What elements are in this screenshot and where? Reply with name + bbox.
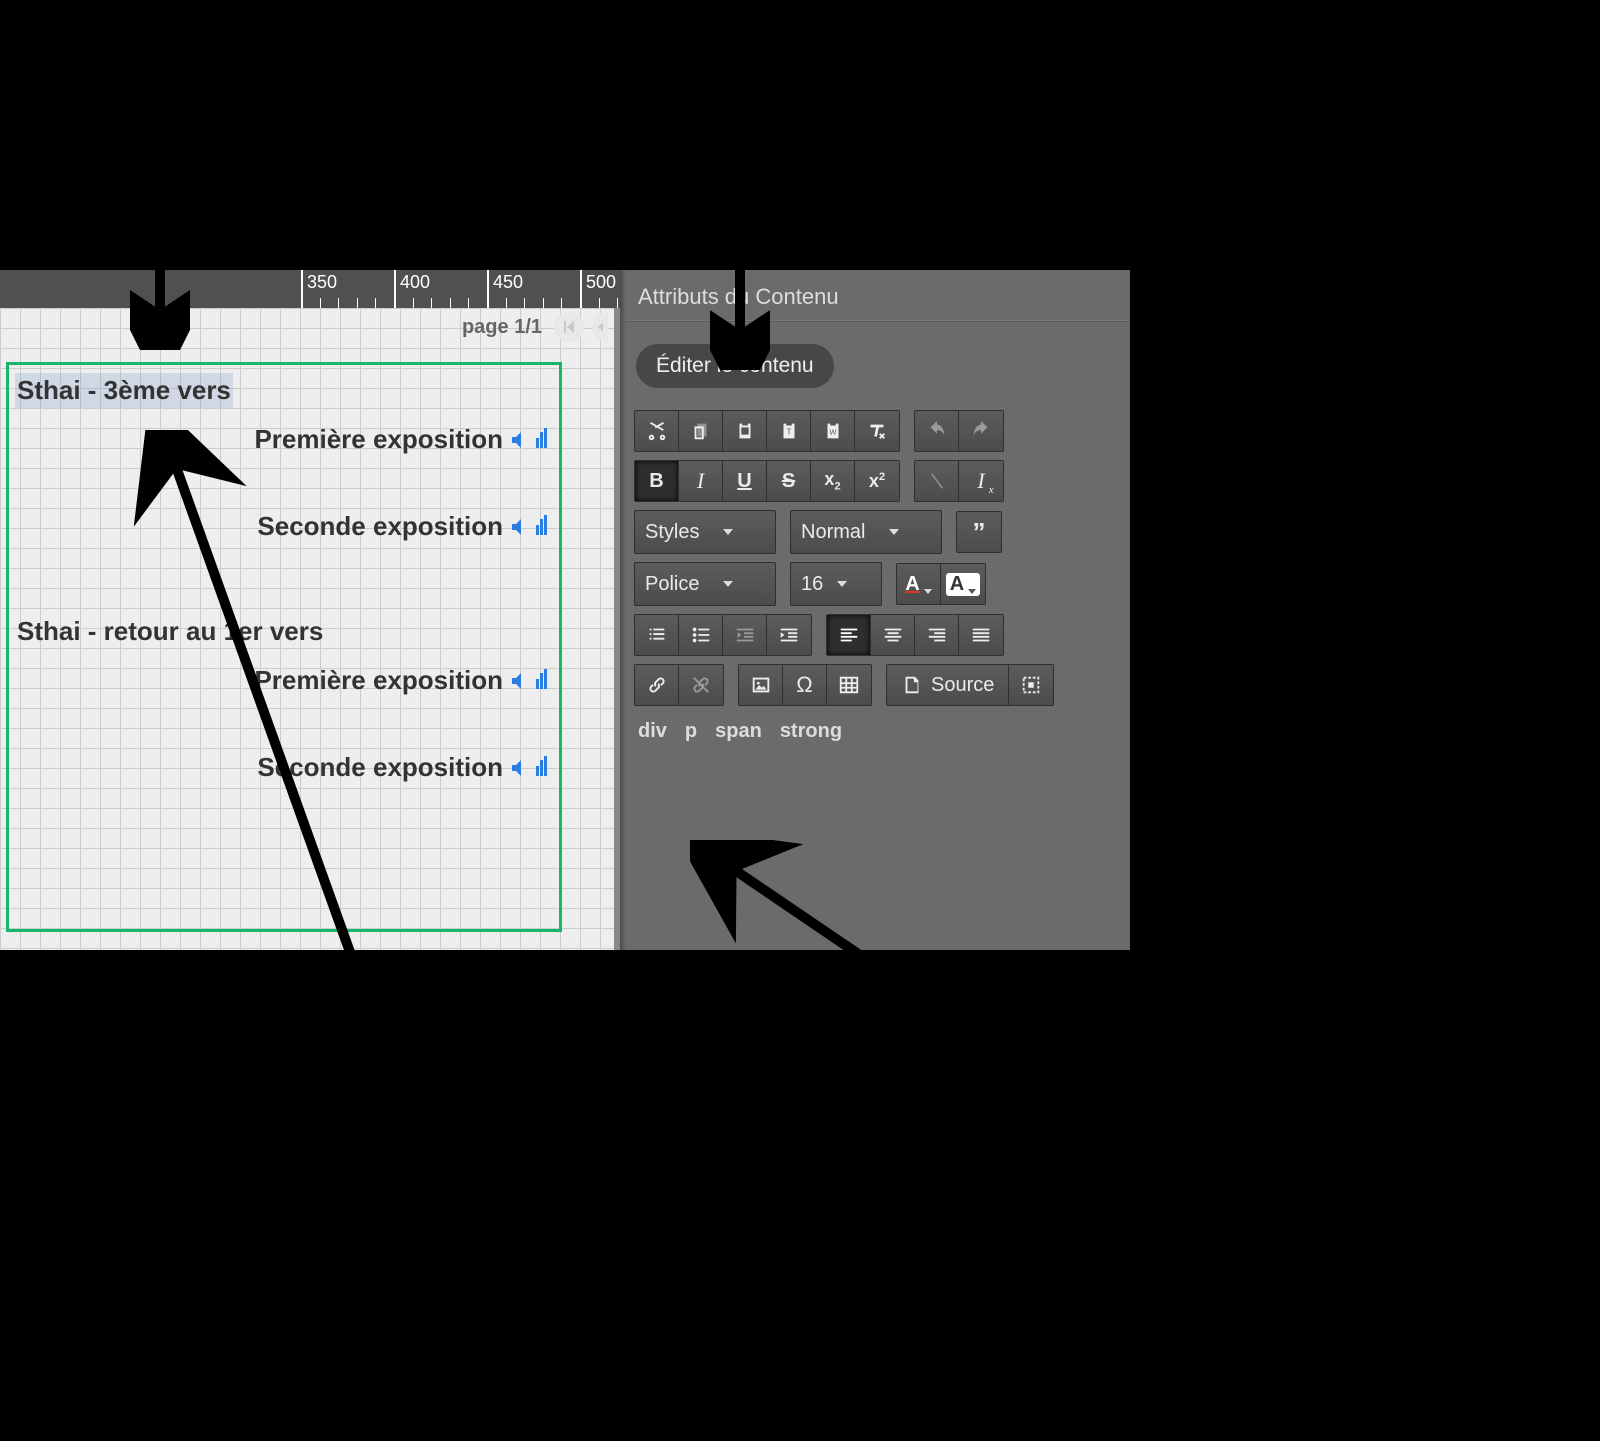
paste-button[interactable] — [723, 411, 767, 451]
special-char-button[interactable]: Ω — [783, 665, 827, 705]
canvas-pane: 350400450500550600650 page 1/1 Sthai - 3… — [0, 270, 620, 950]
page-indicator: page 1/1 — [462, 316, 542, 339]
ruler-tick-major: 500 — [580, 270, 582, 308]
paper-area[interactable]: page 1/1 Sthai - 3ème vers Première expo… — [0, 308, 614, 950]
svg-text:T: T — [786, 428, 791, 437]
ruler-tick-minor — [450, 298, 451, 308]
cut-button[interactable] — [635, 411, 679, 451]
maximize-button[interactable] — [1009, 665, 1053, 705]
numbered-list-button[interactable] — [635, 615, 679, 655]
ruler-tick-minor — [338, 298, 339, 308]
font-select[interactable]: Police — [634, 562, 776, 606]
ruler-tick-minor — [320, 298, 321, 308]
edit-content-tab[interactable]: Éditer le contenu — [636, 344, 834, 388]
exposition-2a[interactable]: Première exposition — [15, 665, 553, 696]
ruler-tick-minor — [543, 298, 544, 308]
paste-word-button[interactable]: W — [811, 411, 855, 451]
ruler-tick-minor — [524, 298, 525, 308]
subscript-button[interactable]: x2 — [811, 461, 855, 501]
size-select[interactable]: 16 — [790, 562, 882, 606]
redo-button[interactable] — [959, 411, 1003, 451]
blockquote-button[interactable]: ” — [957, 512, 1001, 552]
prev-page-button[interactable] — [592, 312, 608, 342]
indent-button[interactable] — [767, 615, 811, 655]
ruler-tick-minor — [375, 298, 376, 308]
speaker-icon[interactable] — [509, 665, 547, 696]
element-path[interactable]: div p span strong — [638, 720, 1130, 743]
page-indicator-row: page 1/1 — [462, 312, 608, 342]
ruler-tick-minor — [431, 298, 432, 308]
image-button[interactable] — [739, 665, 783, 705]
table-button[interactable] — [827, 665, 871, 705]
clear-style-separator — [915, 461, 959, 501]
unlink-button[interactable] — [679, 665, 723, 705]
link-button[interactable] — [635, 665, 679, 705]
bullet-list-button[interactable] — [679, 615, 723, 655]
outdent-button[interactable] — [723, 615, 767, 655]
ruler-tick-minor — [357, 298, 358, 308]
horizontal-ruler: 350400450500550600650 — [0, 270, 620, 308]
ruler-tick-minor — [561, 298, 562, 308]
exposition-1b[interactable]: Seconde exposition — [15, 511, 553, 542]
superscript-button[interactable]: x2 — [855, 461, 899, 501]
properties-panel: Attributs du Contenu Éditer le contenu T… — [620, 270, 1130, 950]
ruler-tick-minor — [468, 298, 469, 308]
speaker-icon[interactable] — [509, 511, 547, 542]
copy-button[interactable] — [679, 411, 723, 451]
undo-button[interactable] — [915, 411, 959, 451]
app-frame: 350400450500550600650 page 1/1 Sthai - 3… — [0, 270, 1130, 950]
exposition-2b[interactable]: Seconde exposition — [15, 752, 553, 783]
speaker-icon[interactable] — [509, 752, 547, 783]
ruler-tick-minor — [413, 298, 414, 308]
ruler-tick-minor — [617, 298, 618, 308]
path-p[interactable]: p — [685, 720, 697, 743]
path-div[interactable]: div — [638, 720, 667, 743]
source-button[interactable]: Source — [887, 665, 1009, 705]
speaker-icon[interactable] — [509, 424, 547, 455]
ruler-tick-major: 400 — [394, 270, 396, 308]
path-strong[interactable]: strong — [780, 720, 842, 743]
panel-title: Attributs du Contenu — [620, 270, 1130, 321]
align-center-button[interactable] — [871, 615, 915, 655]
ruler-tick-minor — [599, 298, 600, 308]
first-page-button[interactable] — [554, 312, 584, 342]
underline-button[interactable]: U — [723, 461, 767, 501]
path-span[interactable]: span — [715, 720, 762, 743]
format-select[interactable]: Normal — [790, 510, 942, 554]
remove-format-button[interactable] — [855, 411, 899, 451]
ruler-tick-major: 350 — [301, 270, 303, 308]
align-right-button[interactable] — [915, 615, 959, 655]
clear-format-button[interactable]: Ix — [959, 461, 1003, 501]
selected-content-block[interactable]: Sthai - 3ème vers Première exposition Se… — [6, 362, 562, 932]
align-justify-button[interactable] — [959, 615, 1003, 655]
styles-select[interactable]: Styles — [634, 510, 776, 554]
svg-text:W: W — [829, 428, 836, 437]
italic-button[interactable]: I — [679, 461, 723, 501]
ruler-tick-major: 450 — [487, 270, 489, 308]
exposition-1a[interactable]: Première exposition — [15, 424, 553, 455]
bold-button[interactable]: B — [635, 461, 679, 501]
ruler-tick-minor — [506, 298, 507, 308]
heading-2[interactable]: Sthai - retour au 1er vers — [15, 614, 553, 649]
align-left-button[interactable] — [827, 615, 871, 655]
bg-color-button[interactable]: A — [941, 564, 985, 604]
text-color-button[interactable]: A — [897, 564, 941, 604]
paste-text-button[interactable]: T — [767, 411, 811, 451]
heading-1[interactable]: Sthai - 3ème vers — [15, 373, 233, 408]
strike-button[interactable]: S — [767, 461, 811, 501]
